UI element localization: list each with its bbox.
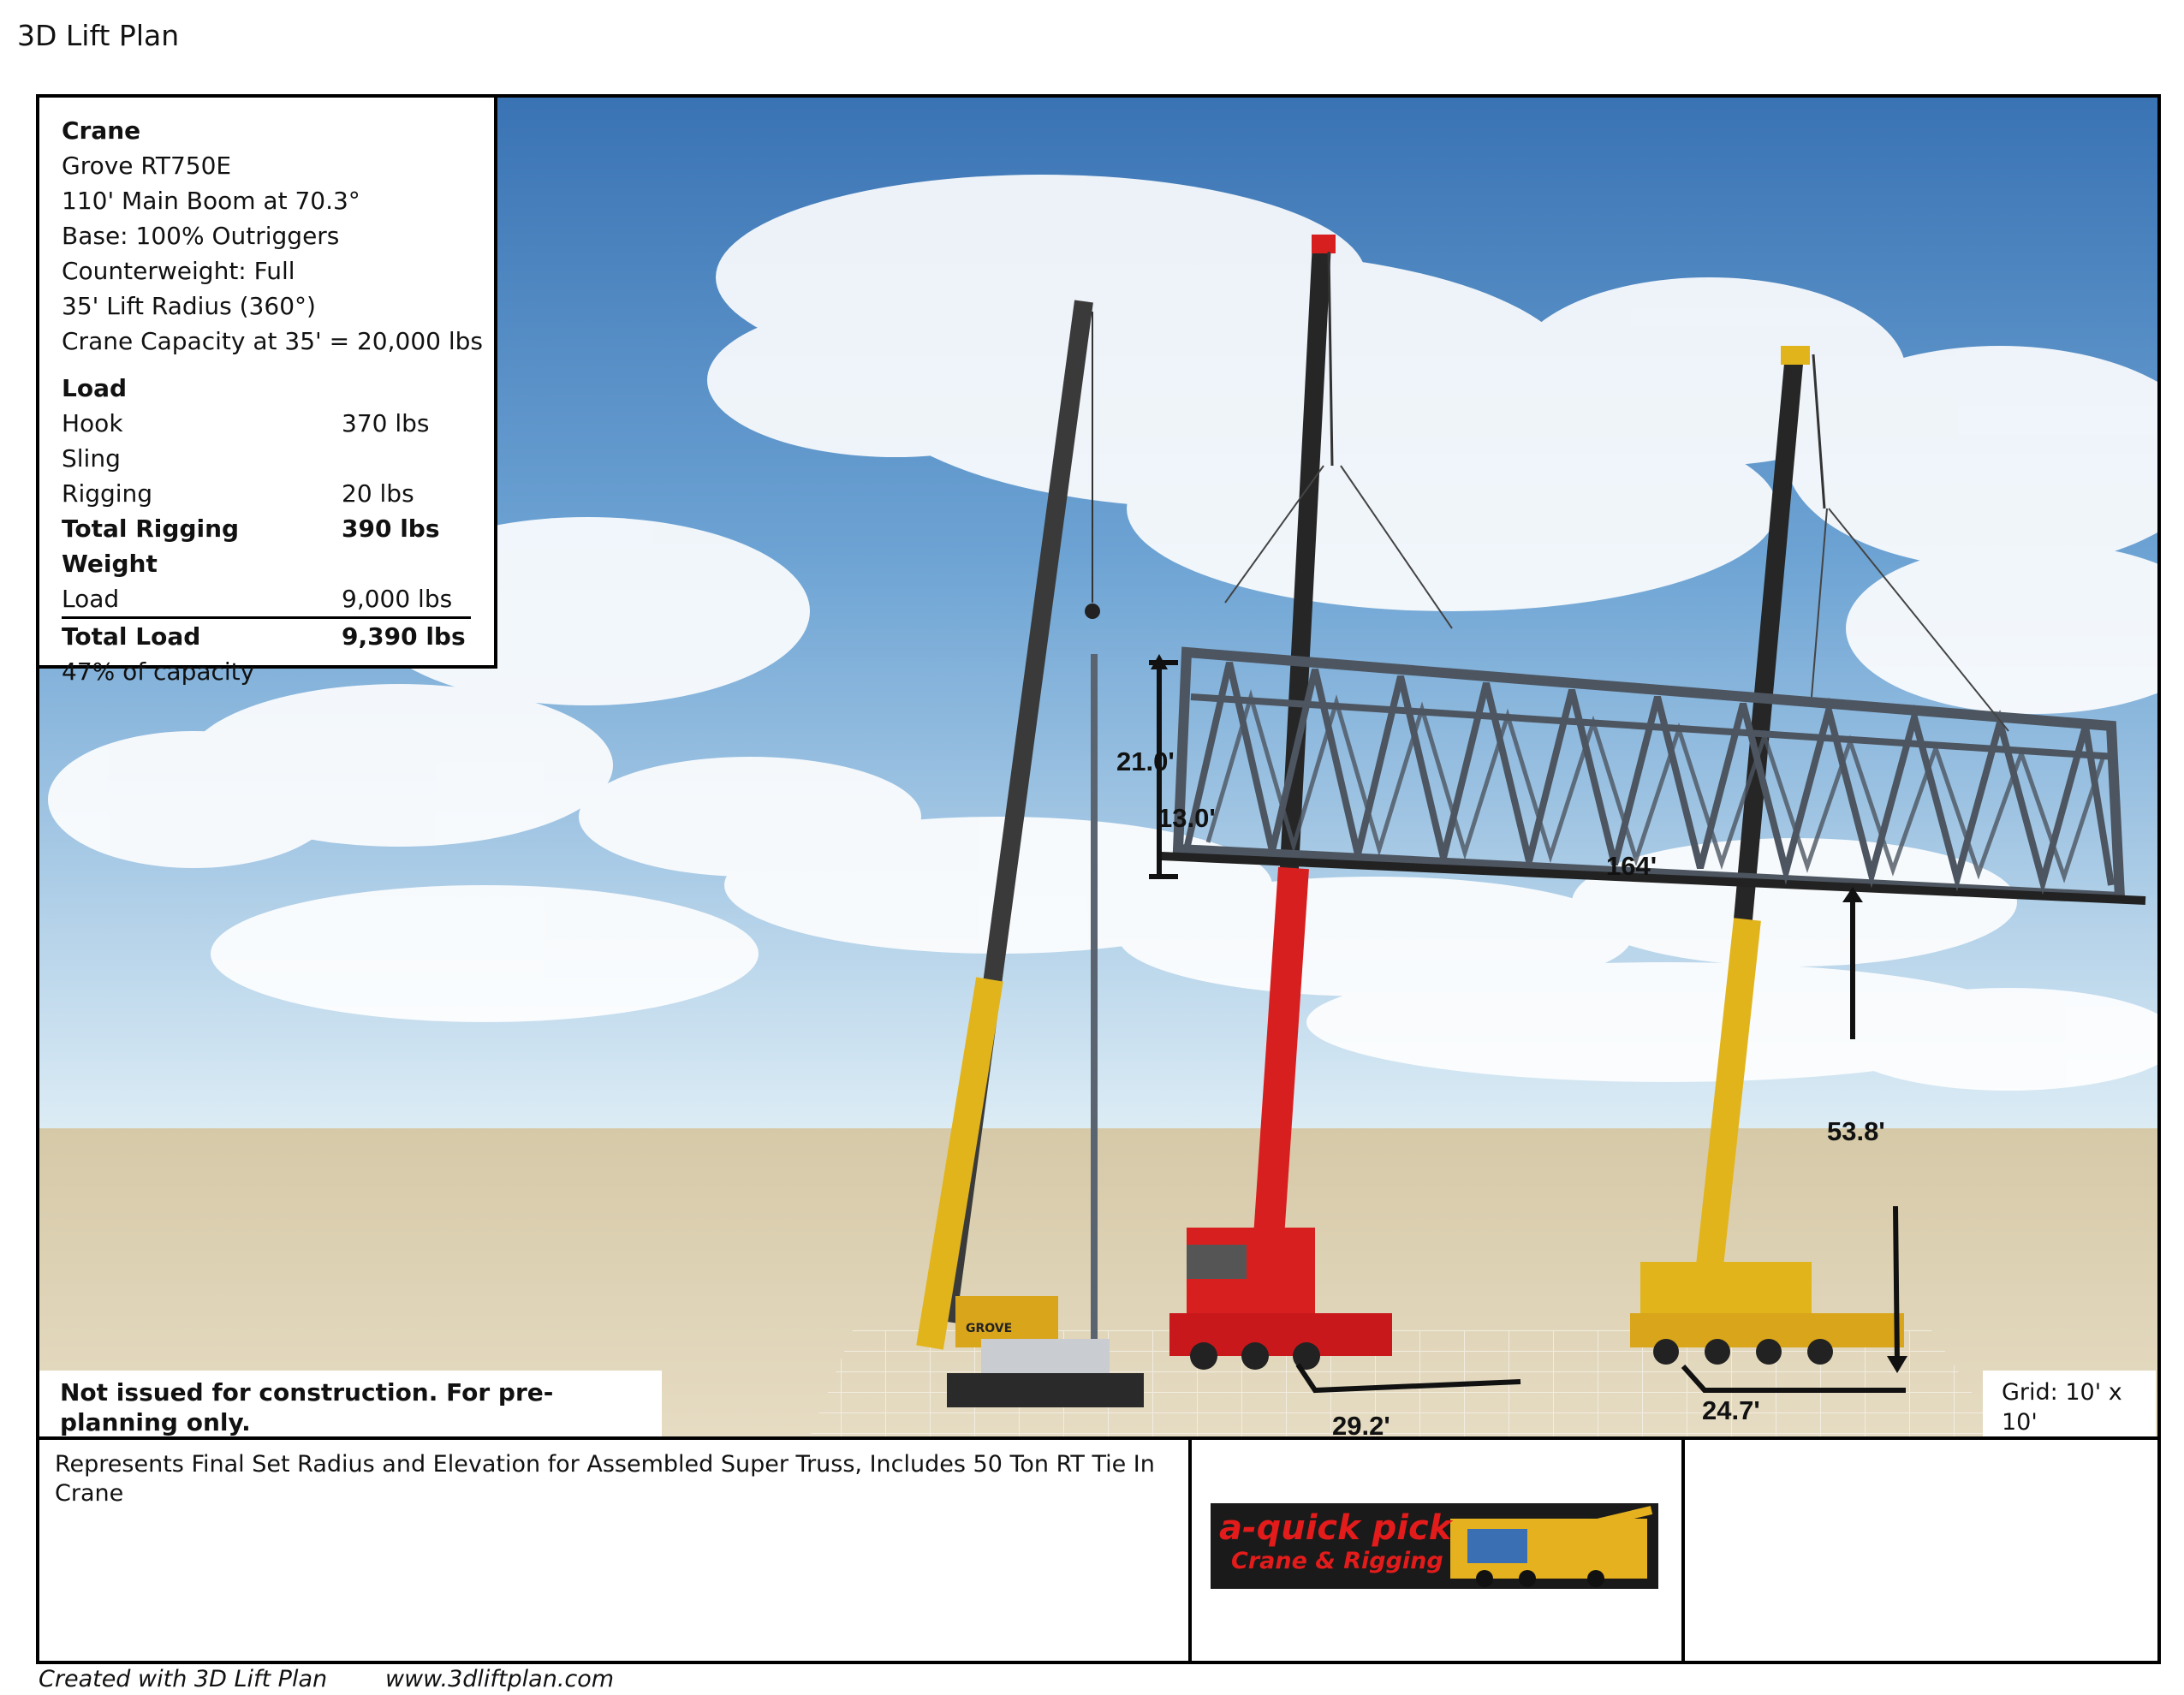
load-row-total-load: Total Load 9,390 lbs — [62, 616, 471, 654]
dim-height-13: 13.0' — [1157, 803, 1216, 833]
title-block: Represents Final Set Radius and Elevatio… — [36, 1436, 2161, 1664]
total-rigging-label: Total Rigging Weight — [62, 514, 240, 578]
lift-description: Represents Final Set Radius and Elevatio… — [39, 1436, 1192, 1661]
company-logo: a-quick pick Crane & Rigging — [1211, 1503, 1658, 1589]
capacity-percentage: 47% of capacity — [62, 657, 255, 686]
dim-radius-1: 29.2' — [1332, 1411, 1390, 1436]
load-row-load: Load 9,000 lbs — [62, 581, 494, 616]
logo-line2: Crane & Rigging — [1231, 1548, 1443, 1574]
crane-radius: 35' Lift Radius (360°) — [62, 292, 316, 320]
load-value: 9,000 lbs — [342, 585, 453, 613]
hook-value: 370 lbs — [342, 409, 430, 437]
crane-model: Grove RT750E — [62, 152, 232, 180]
grid-scale-label: Grid: 10' x 10' — [1983, 1371, 2156, 1436]
dim-height-21: 21.0' — [1116, 746, 1175, 776]
load-row-hook: Hook 370 lbs — [62, 406, 494, 441]
total-rigging-value: 390 lbs — [342, 514, 440, 543]
crane-heading: Crane — [62, 116, 141, 145]
load-row-total-rigging: Total Rigging Weight 390 lbs — [62, 511, 494, 581]
footer-created-with: Created with 3D Lift Plan — [39, 1666, 328, 1692]
rigging-label: Rigging — [62, 479, 153, 508]
document-title: 3D Lift Plan — [17, 19, 180, 52]
crane-capacity: Crane Capacity at 35' = 20,000 lbs — [62, 327, 483, 355]
logo-line1: a-quick pick — [1219, 1508, 1452, 1548]
load-heading: Load — [62, 374, 128, 402]
total-load-value: 9,390 lbs — [342, 622, 466, 651]
load-row-rigging: Rigging 20 lbs — [62, 476, 494, 511]
boom-brand-text: GROVE — [966, 1322, 1012, 1335]
load-label: Load — [62, 585, 120, 613]
crane-base: Base: 100% Outriggers — [62, 222, 340, 250]
lift-info-panel: Crane Grove RT750E 110' Main Boom at 70.… — [39, 98, 497, 686]
total-load-label: Total Load — [62, 622, 201, 651]
blank-cell — [1681, 1436, 2157, 1661]
sling-label: Sling — [62, 444, 121, 473]
footer-website[interactable]: www.3dliftplan.com — [385, 1666, 614, 1692]
rigging-value: 20 lbs — [342, 479, 414, 508]
dim-elevation: 53.8' — [1827, 1116, 1885, 1146]
hook-label: Hook — [62, 409, 123, 437]
crane-boom: 110' Main Boom at 70.3° — [62, 187, 360, 215]
dim-radius-2: 24.7' — [1702, 1395, 1760, 1425]
lift-plan-viewport[interactable]: GROVE 21.0' 13.0' 164' 53.8' 29.2' 24.7'… — [36, 94, 2161, 1440]
crane-counterweight: Counterweight: Full — [62, 257, 295, 285]
dim-truss-length: 164' — [1606, 851, 1657, 881]
construction-notice: Not issued for construction. For pre-pla… — [39, 1371, 662, 1436]
load-row-sling: Sling — [62, 441, 494, 476]
logo-cell: a-quick pick Crane & Rigging — [1192, 1436, 1685, 1661]
